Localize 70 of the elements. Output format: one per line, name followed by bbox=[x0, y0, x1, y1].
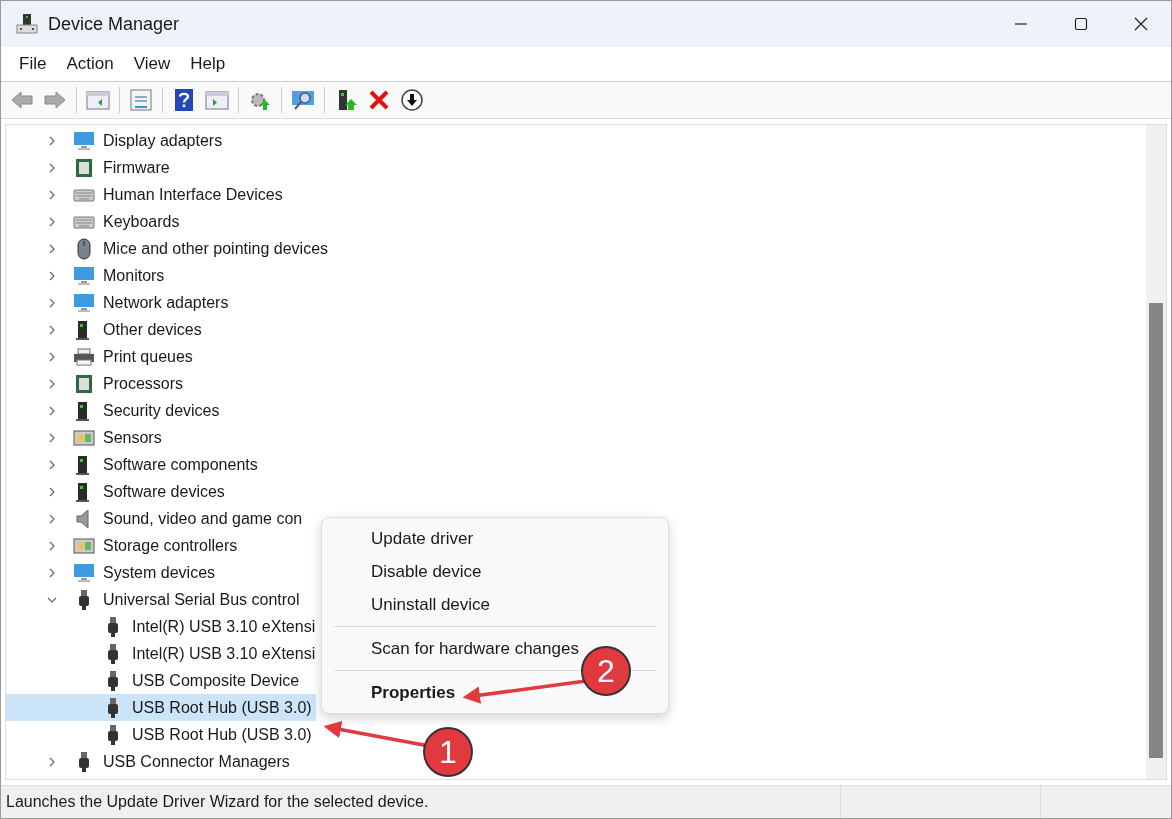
monitor-icon bbox=[73, 291, 95, 314]
tree-item[interactable]: Storage controllers bbox=[103, 536, 238, 555]
help-icon[interactable] bbox=[172, 88, 196, 112]
properties-icon[interactable] bbox=[129, 88, 153, 112]
expand-chevron-icon[interactable] bbox=[47, 216, 57, 227]
expand-chevron-icon[interactable] bbox=[47, 135, 57, 146]
expand-chevron-icon[interactable] bbox=[47, 162, 57, 173]
expand-chevron-icon[interactable] bbox=[47, 756, 57, 767]
expand-chevron-icon[interactable] bbox=[47, 513, 57, 524]
monitor-icon bbox=[73, 129, 95, 152]
tree-item[interactable]: Mice and other pointing devices bbox=[103, 239, 329, 258]
printer-icon bbox=[73, 345, 95, 368]
delete-icon[interactable] bbox=[367, 88, 391, 112]
monitor-icon bbox=[73, 264, 95, 287]
scan-monitor-icon[interactable] bbox=[291, 88, 315, 112]
tree-item[interactable]: Network adapters bbox=[103, 293, 229, 312]
chip-icon bbox=[73, 372, 95, 395]
tree-item[interactable]: USB Root Hub (USB 3.0) bbox=[6, 694, 316, 721]
device-manager-icon bbox=[16, 13, 38, 35]
tree-item[interactable]: Sound, video and game con bbox=[103, 509, 303, 528]
tree-item[interactable]: Software devices bbox=[103, 482, 225, 501]
tree-item[interactable]: USB Connector Managers bbox=[103, 752, 290, 771]
expand-chevron-icon[interactable] bbox=[47, 324, 57, 335]
download-icon[interactable] bbox=[400, 88, 424, 112]
scrollbar-thumb[interactable] bbox=[1149, 303, 1163, 758]
tree-item[interactable]: Display adapters bbox=[103, 131, 223, 150]
step-number-badge: 1 bbox=[423, 727, 473, 777]
close-icon bbox=[1134, 17, 1148, 31]
expand-chevron-icon[interactable] bbox=[47, 432, 57, 443]
expand-chevron-icon[interactable] bbox=[47, 540, 57, 551]
menu-item[interactable]: File bbox=[9, 54, 57, 74]
expand-chevron-icon[interactable] bbox=[47, 486, 57, 497]
expand-chevron-icon[interactable] bbox=[47, 351, 57, 362]
menu-item[interactable]: Action bbox=[56, 54, 124, 74]
tree-item[interactable]: Other devices bbox=[103, 320, 202, 339]
menu-item[interactable]: Update driver bbox=[322, 522, 668, 555]
expand-chevron-icon[interactable] bbox=[47, 270, 57, 281]
tree-item[interactable]: Intel(R) USB 3.10 eXtensi bbox=[6, 640, 320, 667]
forward-arrow-icon[interactable] bbox=[43, 88, 67, 112]
back-arrow-icon[interactable] bbox=[10, 88, 34, 112]
expand-chevron-icon[interactable] bbox=[47, 189, 57, 200]
tree-item[interactable]: Intel(R) USB 3.10 eXtensi bbox=[6, 613, 320, 640]
menu-item[interactable]: Disable device bbox=[322, 555, 668, 588]
tree-item[interactable]: System devices bbox=[103, 563, 216, 582]
tree-item[interactable]: Human Interface Devices bbox=[103, 185, 283, 204]
tree-item[interactable]: Sensors bbox=[103, 428, 162, 447]
tree-item[interactable]: Universal Serial Bus control bbox=[103, 590, 300, 609]
tree-item[interactable]: Monitors bbox=[103, 266, 165, 285]
menu-item[interactable]: Uninstall device bbox=[322, 588, 668, 621]
tree-item[interactable]: Processors bbox=[103, 374, 184, 393]
window-title: Device Manager bbox=[48, 13, 180, 35]
menu-item[interactable]: View bbox=[123, 54, 181, 74]
tree-item[interactable]: Security devices bbox=[103, 401, 220, 420]
tree-item[interactable]: Firmware bbox=[103, 158, 170, 177]
monitor-icon bbox=[73, 561, 95, 584]
expand-chevron-icon[interactable] bbox=[47, 405, 57, 416]
chip-icon bbox=[73, 156, 95, 179]
tree-item[interactable]: USB Composite Device bbox=[6, 667, 304, 694]
tree-item[interactable]: Print queues bbox=[103, 347, 193, 366]
maximize-icon bbox=[1074, 17, 1088, 31]
expand-chevron-icon[interactable] bbox=[47, 378, 57, 389]
expand-chevron-icon[interactable] bbox=[47, 459, 57, 470]
expand-chevron-icon[interactable] bbox=[47, 243, 57, 254]
tree-item[interactable]: USB Root Hub (USB 3.0) bbox=[6, 721, 316, 748]
menu-item[interactable]: Help bbox=[180, 54, 236, 74]
expand-chevron-icon[interactable] bbox=[47, 567, 57, 578]
tree-item[interactable]: Software components bbox=[103, 455, 258, 474]
expand-chevron-icon[interactable] bbox=[47, 297, 57, 308]
tree-item[interactable]: Keyboards bbox=[103, 212, 180, 231]
status-text: Launches the Update Driver Wizard for the selected device. bbox=[5, 793, 430, 811]
